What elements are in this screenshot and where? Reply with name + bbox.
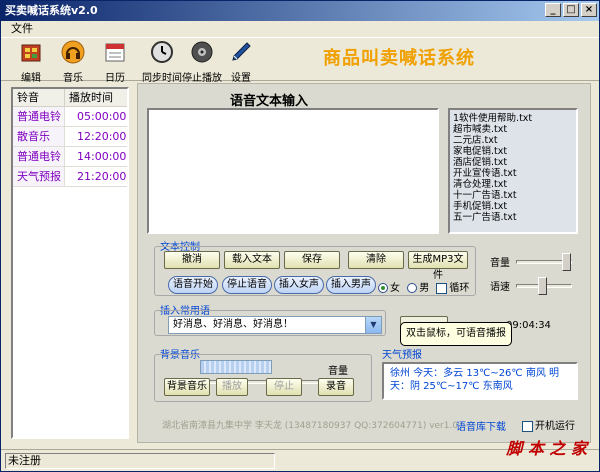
file-item[interactable]: 家电促销.txt: [453, 146, 573, 157]
disc-icon: [191, 41, 213, 63]
weather-panel[interactable]: 徐州 今天：多云 13℃~26℃ 南风 明 天：阴 25℃~17℃ 东南风: [382, 362, 578, 400]
file-item[interactable]: 超市喊卖.txt: [453, 124, 573, 135]
settings-label: 设置: [231, 73, 251, 84]
load-text-button[interactable]: 载入文本: [224, 251, 280, 269]
gender-options: 女 男 循环: [378, 279, 469, 294]
file-item[interactable]: 十一广告语.txt: [453, 190, 573, 201]
ring-name: 普通电铃声: [13, 147, 65, 183]
volume-label: 音量: [490, 258, 510, 269]
ring-column-header[interactable]: 铃音: [13, 89, 65, 106]
clock-display: 09:04:34: [506, 320, 551, 331]
ring-list-row[interactable]: 普通电铃声 14:00:00: [13, 147, 127, 183]
main-panel: 语音文本输入 1软件使用帮助.txt 超市喊卖.txt 二元店.txt 家电促销…: [137, 83, 591, 443]
loop-checkbox[interactable]: [436, 282, 448, 294]
edit-icon: [21, 44, 41, 62]
pen-icon: [232, 42, 251, 61]
title-bar[interactable]: 买卖喊话系统v2.0 _ □ ×: [1, 1, 599, 21]
ring-schedule-list: 铃音 播放时间 普通电铃声 05:00:00 散音乐 12:20:00 普通电铃…: [11, 87, 129, 439]
weather-line2: 天：阴 25℃~17℃ 东南风: [390, 381, 513, 392]
speed-label: 语速: [490, 282, 510, 293]
autostart-option: 开机运行: [522, 417, 575, 432]
voice-text-input[interactable]: [147, 108, 439, 234]
text-file-list[interactable]: 1软件使用帮助.txt 超市喊卖.txt 二元店.txt 家电促销.txt 酒店…: [448, 108, 578, 234]
clock-icon: [151, 41, 173, 63]
volume-slider-thumb[interactable]: [562, 253, 571, 271]
autostart-label: 开机运行: [535, 421, 575, 432]
close-button[interactable]: ×: [581, 3, 597, 17]
chevron-down-icon[interactable]: ▼: [365, 317, 381, 333]
music-tool-button[interactable]: 音乐: [51, 40, 95, 84]
ring-time: 05:00:00: [77, 110, 127, 123]
footer-info: 湖北省南漳县九集中学 李天龙 (13487180937 QQ:372604771…: [162, 421, 459, 431]
edit-label: 编辑: [21, 73, 41, 84]
headphones-icon: [61, 40, 85, 64]
menu-file[interactable]: 文件: [11, 22, 33, 35]
male-label: 男: [419, 283, 430, 294]
insert-female-button[interactable]: 插入女声: [274, 276, 324, 294]
voice-input-heading: 语音文本输入: [230, 94, 309, 109]
bgmusic-progress[interactable]: [200, 360, 272, 374]
window-title: 买卖喊话系统v2.0: [5, 4, 98, 17]
ring-time: 21:20:00: [77, 170, 127, 183]
ring-time: 14:00:00: [77, 150, 127, 163]
calendar-tool-button[interactable]: 日历: [93, 40, 137, 84]
autostart-checkbox[interactable]: [522, 420, 533, 432]
calendar-label: 日历: [105, 73, 125, 84]
weather-title: 天气预报: [382, 350, 422, 361]
bg-music-button[interactable]: 背景音乐: [164, 378, 210, 396]
insert-male-button[interactable]: 插入男声: [326, 276, 376, 294]
file-item[interactable]: 酒店促销.txt: [453, 157, 573, 168]
calendar-icon: [105, 43, 125, 62]
menu-bar: 文件: [1, 21, 599, 37]
ring-name: 散音乐: [13, 127, 65, 146]
speed-slider-thumb[interactable]: [538, 277, 547, 295]
stop-button[interactable]: 停止: [266, 378, 302, 396]
phrases-value: 好消息、好消息、好消息！: [173, 319, 293, 330]
ring-time: 12:20:00: [77, 130, 127, 143]
edit-tool-button[interactable]: 编辑: [9, 40, 53, 84]
settings-tool-button[interactable]: 设置: [219, 40, 263, 84]
weather-line1: 徐州 今天：多云 13℃~26℃ 南风 明: [390, 368, 560, 379]
generate-mp3-button[interactable]: 生成MP3文件: [408, 251, 468, 281]
app-brand-title: 商品叫卖喊话系统: [323, 48, 475, 69]
record-button[interactable]: 录音: [318, 378, 354, 396]
phrases-combo[interactable]: 好消息、好消息、好消息！ ▼: [168, 316, 382, 334]
ring-list-row[interactable]: 普通电铃声 05:00:00: [13, 107, 127, 143]
file-item[interactable]: 开业宣传语.txt: [453, 168, 573, 179]
main-window: 买卖喊话系统v2.0 _ □ × 文件 编辑 音乐 日历 同步时间 停止播放 设…: [0, 0, 600, 472]
watermark-logo: 脚 本 之 家: [506, 439, 587, 458]
ring-name: 天气预报: [13, 167, 65, 186]
maximize-button[interactable]: □: [563, 3, 579, 17]
female-label: 女: [390, 283, 400, 294]
clear-button[interactable]: 清除: [348, 251, 404, 269]
minimize-button[interactable]: _: [545, 3, 561, 17]
weather-tooltip: 双击鼠标，可语音播报: [400, 322, 512, 346]
ring-list-header: 铃音 播放时间: [13, 89, 127, 107]
loop-label: 循环: [449, 283, 470, 294]
file-item[interactable]: 1软件使用帮助.txt: [453, 113, 573, 124]
registration-status: 未注册: [5, 453, 275, 469]
voice-download-link[interactable]: 语音库下载: [456, 418, 506, 433]
music-label: 音乐: [63, 73, 83, 84]
undo-button[interactable]: 撤消: [164, 251, 220, 269]
voice-start-button[interactable]: 语音开始: [168, 276, 218, 294]
file-item[interactable]: 二元店.txt: [453, 135, 573, 146]
time-column-header[interactable]: 播放时间: [65, 89, 113, 106]
file-item[interactable]: 五一广告语.txt: [453, 212, 573, 223]
bgmusic-volume-label: 音量: [328, 366, 348, 377]
ring-name: 普通电铃声: [13, 107, 65, 143]
ring-list-row[interactable]: 天气预报 21:20:00: [13, 167, 127, 187]
female-radio[interactable]: [378, 283, 388, 293]
save-button[interactable]: 保存: [284, 251, 340, 269]
file-item[interactable]: 手机促销.txt: [453, 201, 573, 212]
voice-stop-button[interactable]: 停止语音: [222, 276, 272, 294]
ring-list-row[interactable]: 散音乐 12:20:00: [13, 127, 127, 147]
male-radio[interactable]: [407, 283, 418, 293]
file-item[interactable]: 清仓处理.txt: [453, 179, 573, 190]
play-button[interactable]: 播放: [216, 378, 248, 396]
toolbar: 编辑 音乐 日历 同步时间 停止播放 设置 商品叫卖喊话系统: [1, 37, 599, 84]
